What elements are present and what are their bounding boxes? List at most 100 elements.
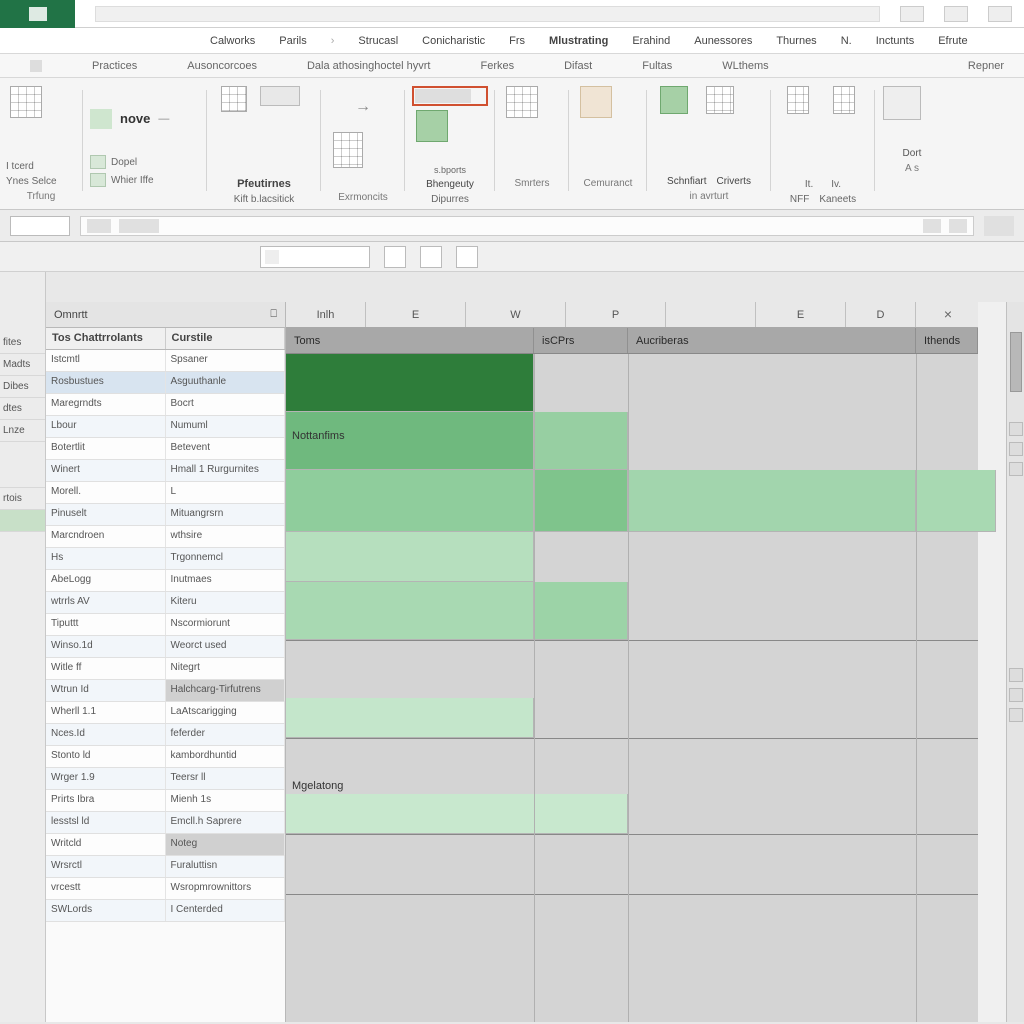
fx-btn[interactable]	[984, 216, 1014, 236]
panel-row[interactable]: MaregrndtsBocrt	[46, 394, 285, 416]
g3-btn-1[interactable]	[214, 86, 254, 144]
g8-btn-2[interactable]	[700, 86, 740, 144]
formula-input[interactable]	[80, 216, 974, 236]
panel-row[interactable]: lesstsl ldEmcll.h Saprere	[46, 812, 285, 834]
panel-row[interactable]: Winso.1dWeorct used	[46, 636, 285, 658]
panel-row[interactable]: AbeLoggInutmaes	[46, 570, 285, 592]
panel-row[interactable]: WinertHmall 1 Rurgurnites	[46, 460, 285, 482]
ch-6[interactable]: D	[846, 302, 916, 327]
panel-row[interactable]: Witle ffNitegrt	[46, 658, 285, 680]
ch-2[interactable]: W	[466, 302, 566, 327]
scroll-thumb[interactable]	[1010, 332, 1022, 392]
g5-selected[interactable]	[412, 86, 488, 106]
cell-r4c1[interactable]	[286, 532, 534, 582]
g7-btn[interactable]	[576, 86, 616, 144]
cell-r5c1[interactable]	[286, 582, 534, 640]
vertical-scrollbar[interactable]	[1006, 302, 1024, 1022]
win-btn-2[interactable]	[944, 6, 968, 22]
tab-6[interactable]: Erahind	[632, 35, 670, 47]
tool-sq-3[interactable]	[456, 246, 478, 268]
grid-body[interactable]: Nottanfims Mgelatong	[286, 354, 978, 1022]
subtab-1[interactable]: Ausoncorcoes	[187, 60, 257, 72]
g6-btn[interactable]	[502, 86, 542, 144]
subtab-5[interactable]: Fultas	[642, 60, 672, 72]
win-btn-3[interactable]	[988, 6, 1012, 22]
panel-row[interactable]: BotertlitBetevent	[46, 438, 285, 460]
panel-col1[interactable]: Tos Chattrrolants	[46, 328, 166, 349]
g2-item-0[interactable]: Dopel	[90, 155, 200, 169]
rh-0[interactable]: fites	[0, 332, 45, 354]
g10-btn-2[interactable]	[824, 86, 864, 144]
tab-11[interactable]: Efrute	[938, 35, 967, 47]
g5-btn[interactable]	[412, 110, 452, 161]
panel-row[interactable]: Prirts IbraMienh 1s	[46, 790, 285, 812]
win-btn-1[interactable]	[900, 6, 924, 22]
ch-4[interactable]	[666, 302, 756, 327]
subtab-2[interactable]: Dala athosinghoctel hyvrt	[307, 60, 431, 72]
panel-row[interactable]: wtrrls AVKiteru	[46, 592, 285, 614]
panel-row[interactable]: vrcesttWsropmrownittors	[46, 878, 285, 900]
name-box[interactable]	[10, 216, 70, 236]
g10-btn-1[interactable]	[778, 86, 818, 144]
panel-row[interactable]: WritcldNoteg	[46, 834, 285, 856]
rh-4[interactable]: Lnze	[0, 420, 45, 442]
subtab-6[interactable]: WLthems	[722, 60, 768, 72]
g1-item-1[interactable]: Ynes Selce	[6, 176, 76, 187]
dropdown-1[interactable]	[260, 246, 370, 268]
panel-row[interactable]: Stonto ldkambordhuntid	[46, 746, 285, 768]
panel-row[interactable]: Wherll 1.1LaAtscarigging	[46, 702, 285, 724]
subtab-7[interactable]: Repner	[968, 60, 1004, 72]
tab-8[interactable]: Thurnes	[776, 35, 816, 47]
tool-sq-1[interactable]	[384, 246, 406, 268]
panel-row[interactable]: SWLordsI Centerded	[46, 900, 285, 922]
panel-row[interactable]: PinuseltMituangrsrn	[46, 504, 285, 526]
g4-btn[interactable]	[328, 132, 368, 188]
ch-3[interactable]: P	[566, 302, 666, 327]
tab-10[interactable]: Inctunts	[876, 35, 915, 47]
rh-sel[interactable]	[0, 510, 45, 532]
g3-btn-2[interactable]	[260, 86, 300, 144]
ch-1[interactable]: E	[366, 302, 466, 327]
g8-btn-1[interactable]	[654, 86, 694, 144]
panel-collapse-icon[interactable]: ⎕	[270, 308, 277, 321]
cell-r2c2[interactable]	[534, 412, 628, 470]
cell-r3c2[interactable]	[534, 470, 628, 532]
panel-row[interactable]: TiputttNscormiorunt	[46, 614, 285, 636]
tab-5[interactable]: Mlustrating	[549, 35, 608, 47]
panel-row[interactable]: Marcndroenwthsire	[46, 526, 285, 548]
panel-row[interactable]: HsTrgonnemcl	[46, 548, 285, 570]
subtab-3[interactable]: Ferkes	[480, 60, 514, 72]
rh-2[interactable]: Dibes	[0, 376, 45, 398]
panel-row[interactable]: Wrger 1.9Teersr ll	[46, 768, 285, 790]
panel-row[interactable]: Nces.Idfeferder	[46, 724, 285, 746]
rh-5[interactable]: rtois	[0, 488, 45, 510]
panel-row[interactable]: IstcmtlSpsaner	[46, 350, 285, 372]
ch-0[interactable]: Inlh	[286, 302, 366, 327]
cell-r8c1[interactable]	[286, 794, 628, 834]
close-icon[interactable]: ×	[944, 306, 952, 322]
panel-row[interactable]: RosbustuesAsguuthanle	[46, 372, 285, 394]
cell-r1c1[interactable]	[286, 354, 534, 412]
tool-sq-2[interactable]	[420, 246, 442, 268]
panel-col2[interactable]: Curstile	[166, 328, 286, 349]
rh-3[interactable]: dtes	[0, 398, 45, 420]
tab-7[interactable]: Aunessores	[694, 35, 752, 47]
cell-r3c3[interactable]	[628, 470, 916, 532]
cell-r3c1[interactable]	[286, 470, 534, 532]
tab-2[interactable]: Strucasl	[358, 35, 398, 47]
rh-1[interactable]: Madts	[0, 354, 45, 376]
subtab-0[interactable]: Practices	[92, 60, 137, 72]
g1-item-0[interactable]: I tcerd	[6, 161, 76, 172]
g2-item-1[interactable]: Whier Iffe	[90, 173, 200, 187]
panel-row[interactable]: Wtrun IdHalchcarg-Tirfutrens	[46, 680, 285, 702]
app-logo[interactable]	[0, 0, 75, 28]
g2-icon[interactable]	[90, 109, 112, 129]
tab-3[interactable]: Conicharistic	[422, 35, 485, 47]
ch-5[interactable]: E	[756, 302, 846, 327]
tab-1[interactable]: Parils	[279, 35, 307, 47]
g12-btn[interactable]	[882, 86, 922, 144]
subtab-icon[interactable]	[30, 60, 42, 72]
panel-row[interactable]: WrsrctlFuraluttisn	[46, 856, 285, 878]
subtab-4[interactable]: Difast	[564, 60, 592, 72]
cell-r3c4[interactable]	[916, 470, 996, 532]
